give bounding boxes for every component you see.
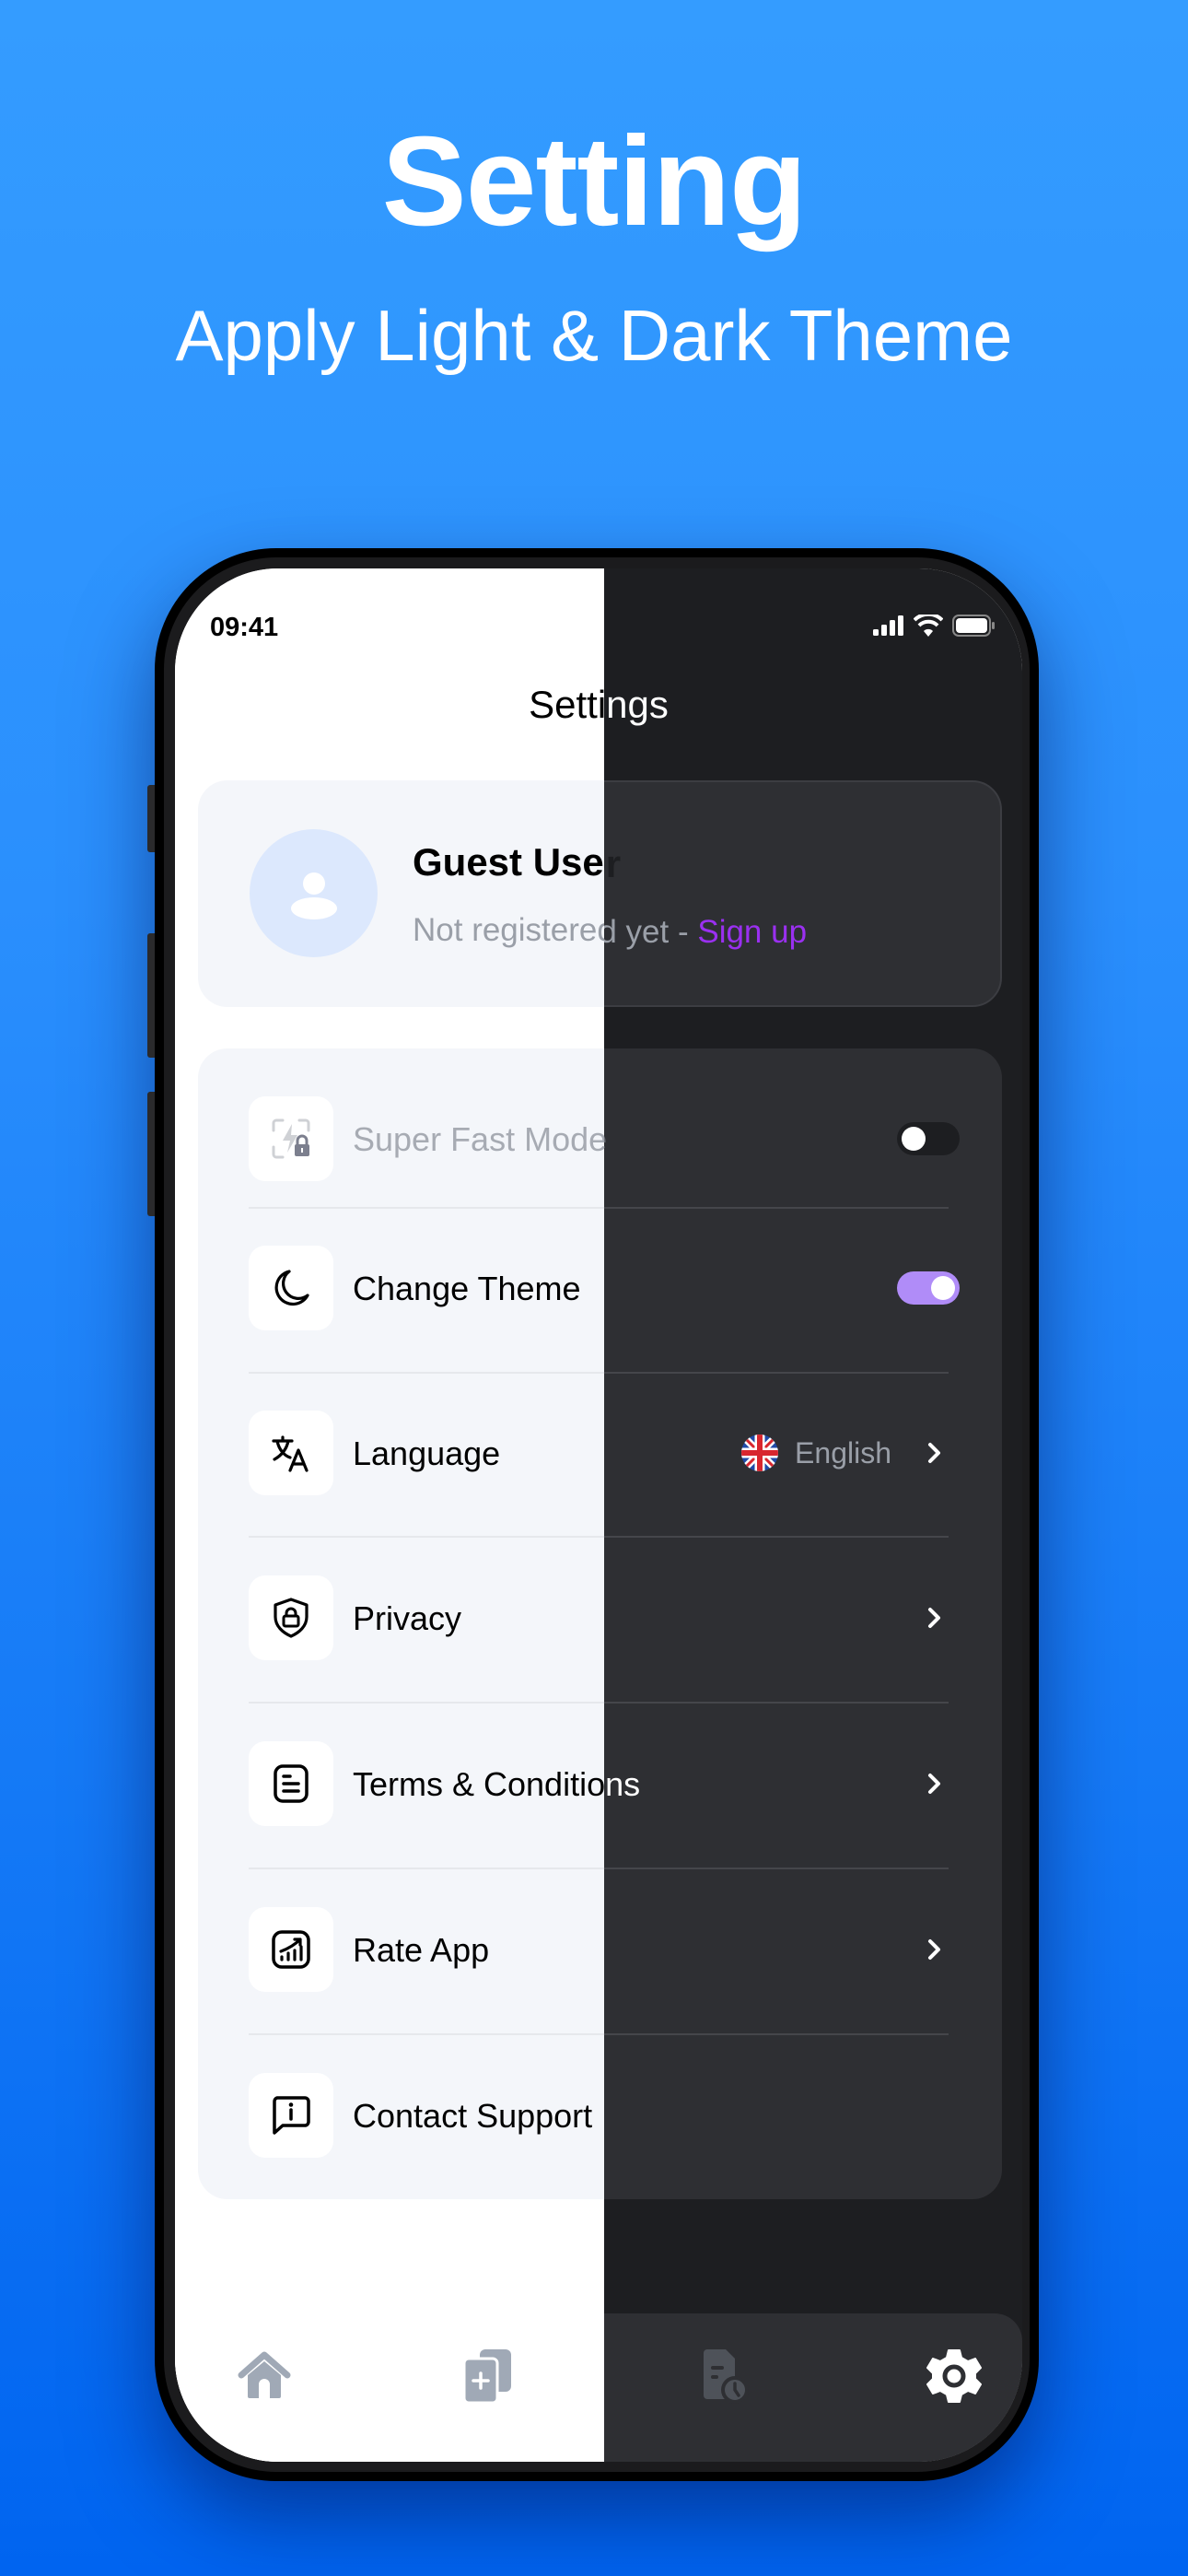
info-message-icon: [249, 2073, 333, 2158]
super-fast-mode-toggle[interactable]: [897, 1122, 960, 1155]
light-theme-half: 09:41 Settings Guest User Not register: [175, 568, 604, 2462]
guest-name: Guest User: [604, 842, 622, 885]
menu-item-label: Contact Support: [353, 2097, 593, 2135]
nav-history[interactable]: [692, 2343, 758, 2409]
status-time: 09:41: [210, 613, 279, 642]
menu-item-label: Privacy: [353, 1599, 462, 1637]
registration-text: Not registered yet -: [413, 912, 604, 948]
menu-item-label: Terms & Conditions: [604, 1765, 641, 1803]
settings-menu: Super Fast Mode Change Theme: [604, 1048, 1002, 2199]
divider: [249, 1702, 604, 1704]
chevron-right-icon: [928, 1939, 940, 1960]
menu-item-label: Terms & Conditions: [353, 1765, 604, 1803]
menu-item-contact-support[interactable]: Contact Support: [249, 2073, 604, 2158]
chart-up-icon: [249, 1907, 333, 1992]
divider: [249, 1868, 604, 1869]
promo-title: Setting: [381, 111, 808, 252]
menu-item-rate-app[interactable]: Rate App: [604, 1907, 949, 1992]
divider: [604, 1868, 949, 1869]
menu-item-super-fast-mode[interactable]: Super Fast Mode: [604, 1096, 960, 1181]
avatar: [250, 829, 378, 957]
divider: [249, 1372, 604, 1374]
volume-down-button: [147, 1092, 155, 1216]
person-icon: [290, 872, 337, 919]
app-screen: 09:41 Settings Guest User Not register: [175, 568, 1022, 2462]
shield-lock-icon: [249, 1575, 333, 1660]
settings-menu: Super Fast Mode Change Theme: [198, 1048, 604, 2199]
divider: [249, 1536, 604, 1538]
screen-layer-dark: 09:41 Settings Guest User Not register: [604, 568, 1022, 2462]
menu-item-privacy[interactable]: Privacy: [604, 1575, 949, 1660]
language-value: English: [795, 1435, 891, 1469]
chevron-right-icon: [928, 1608, 940, 1628]
bottom-nav: [604, 2313, 1022, 2462]
moon-icon: [249, 1246, 333, 1330]
registration-status: Not registered yet - Sign up: [604, 914, 807, 951]
status-icons: [873, 615, 995, 637]
file-clock-icon: [704, 2349, 749, 2404]
translate-icon: [249, 1411, 333, 1495]
menu-item-terms-conditions[interactable]: Terms & Conditions: [249, 1741, 604, 1826]
profile-card[interactable]: Guest User Not registered yet - Sign up: [604, 780, 1002, 1007]
uk-flag-icon: [741, 1434, 779, 1471]
divider: [604, 1372, 949, 1374]
menu-item-label: Super Fast Mode: [604, 1120, 607, 1159]
action-button: [147, 785, 155, 852]
divider: [604, 1207, 949, 1209]
gear-icon: [926, 2349, 982, 2403]
change-theme-toggle[interactable]: [897, 1271, 960, 1305]
document-icon: [249, 1741, 333, 1826]
signal-icon: [873, 615, 903, 636]
nav-settings[interactable]: [921, 2343, 987, 2409]
menu-item-label: Language: [353, 1434, 501, 1472]
page-title: Settings: [604, 683, 669, 726]
add-files-icon: [462, 2349, 511, 2405]
bolt-lock-icon: [249, 1096, 333, 1181]
phone-frame: 09:41 Settings Guest User Not register: [147, 548, 1039, 2481]
menu-item-privacy[interactable]: Privacy: [249, 1575, 604, 1660]
menu-item-change-theme[interactable]: Change Theme: [249, 1246, 604, 1330]
menu-item-language[interactable]: Language English: [249, 1411, 604, 1495]
profile-card[interactable]: Guest User Not registered yet - Sign up: [198, 780, 604, 1007]
menu-item-label: Rate App: [353, 1931, 490, 1969]
battery-icon: [952, 615, 995, 637]
menu-item-rate-app[interactable]: Rate App: [249, 1907, 604, 1992]
divider: [249, 2033, 604, 2035]
menu-item-label: Change Theme: [353, 1270, 581, 1307]
bottom-nav: [175, 2313, 604, 2462]
divider: [604, 2033, 949, 2035]
divider: [249, 1207, 604, 1209]
sign-up-link[interactable]: Sign up: [697, 914, 807, 950]
screen-layer-light: 09:41 Settings Guest User Not register: [175, 568, 604, 2462]
menu-item-contact-support[interactable]: Contact Support: [604, 2073, 949, 2158]
volume-up-button: [147, 933, 155, 1058]
chevron-right-icon: [928, 1774, 940, 1794]
page-title: Settings: [529, 683, 604, 726]
home-icon: [238, 2351, 291, 2398]
menu-item-terms-conditions[interactable]: Terms & Conditions: [604, 1741, 949, 1826]
menu-item-label: Super Fast Mode: [353, 1120, 604, 1158]
chevron-right-icon: [928, 1443, 940, 1463]
nav-home[interactable]: [231, 2343, 297, 2409]
nav-add-files[interactable]: [453, 2343, 519, 2409]
guest-name: Guest User: [413, 840, 604, 884]
promo-subtitle: Apply Light & Dark Theme: [175, 295, 1013, 376]
dark-theme-half: 09:41 Settings Guest User Not register: [604, 568, 1022, 2462]
menu-item-super-fast-mode[interactable]: Super Fast Mode: [249, 1096, 604, 1181]
menu-item-language[interactable]: Language English: [604, 1411, 949, 1495]
wifi-icon: [914, 615, 943, 637]
registration-text: Not registered yet -: [604, 914, 689, 950]
divider: [604, 1702, 949, 1704]
divider: [604, 1536, 949, 1538]
menu-item-change-theme[interactable]: Change Theme: [604, 1246, 960, 1330]
registration-status: Not registered yet - Sign up: [413, 912, 604, 949]
